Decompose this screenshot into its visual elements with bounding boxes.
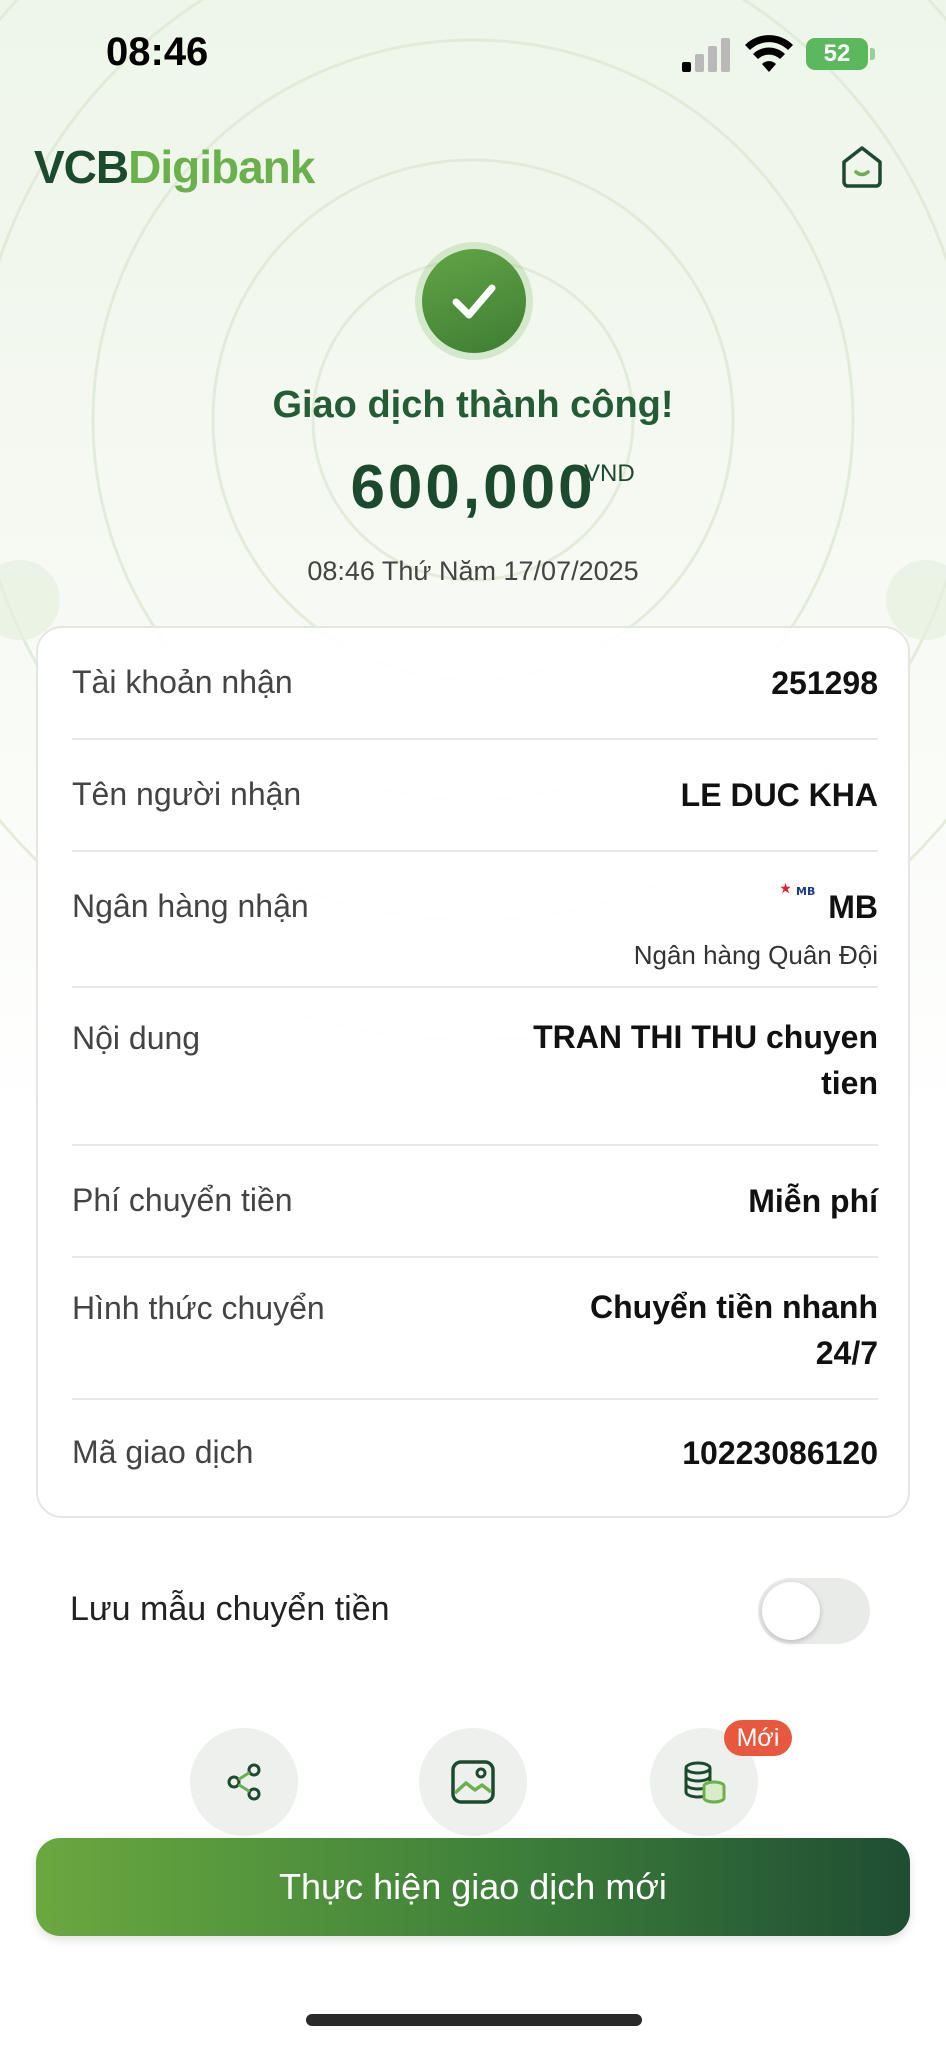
battery-level: 52 <box>823 40 851 67</box>
status-time: 08:46 <box>106 30 209 74</box>
save-template-toggle[interactable] <box>758 1578 870 1644</box>
home-icon[interactable] <box>840 144 884 188</box>
detail-value-line1: TRAN THI THU chuyen <box>533 1019 878 1055</box>
new-badge: Mới <box>724 1720 792 1756</box>
transaction-details-card: Tài khoản nhận 251298 Tên người nhận LE … <box>36 626 910 1518</box>
detail-row-method: Hình thức chuyển Chuyển tiền nhanh 24/7 <box>72 1258 878 1400</box>
image-icon <box>451 1760 495 1804</box>
coins-icon <box>684 1761 726 1804</box>
status-bar: 08:46 52 <box>0 0 946 110</box>
detail-label: Hình thức chuyển <box>72 1290 325 1326</box>
detail-value: Miễn phí <box>748 1183 878 1219</box>
currency-label: VND <box>584 460 635 487</box>
detail-row-content: Nội dung TRAN THI THU chuyen tien <box>72 988 878 1146</box>
detail-row-transaction-id: Mã giao dịch 10223086120 <box>72 1400 878 1512</box>
home-indicator <box>306 2014 642 2026</box>
battery-icon: 52 <box>806 38 868 70</box>
detail-row-account: Tài khoản nhận 251298 <box>72 628 878 740</box>
detail-label: Phí chuyển tiền <box>72 1182 293 1218</box>
detail-value: LE DUC KHA <box>680 777 878 813</box>
transaction-amount: 600,000 <box>350 453 596 522</box>
detail-label: Nội dung <box>72 1020 201 1056</box>
battery-cap <box>870 48 875 60</box>
detail-label: Ngân hàng nhận <box>72 888 309 924</box>
bank-full-name: Ngân hàng Quân Đội <box>633 940 878 970</box>
detail-value: MB <box>828 889 878 925</box>
success-title: Giao dịch thành công! <box>272 384 674 426</box>
detail-row-recipient: Tên người nhận LE DUC KHA <box>72 740 878 852</box>
cellular-signal-icon <box>682 38 730 72</box>
wifi-icon <box>745 35 793 72</box>
detail-row-bank: Ngân hàng nhận MB MB Ngân hàng Quân Đội <box>72 852 878 988</box>
detail-value: 10223086120 <box>682 1435 878 1471</box>
detail-value-line2: tien <box>821 1065 878 1101</box>
detail-value: 251298 <box>771 665 878 701</box>
save-template-label: Lưu mẫu chuyển tiền <box>70 1590 390 1628</box>
logo-digibank: Digibank <box>128 141 315 193</box>
detail-value-line2: 24/7 <box>815 1335 878 1371</box>
mb-logo-text: MB <box>796 885 815 898</box>
detail-row-fee: Phí chuyển tiền Miễn phí <box>72 1146 878 1258</box>
mb-bank-logo-icon: MB <box>780 882 815 898</box>
detail-label: Mã giao dịch <box>72 1434 254 1470</box>
detail-value-line1: Chuyển tiền nhanh <box>590 1289 878 1325</box>
vcb-digibank-logo: VCBDigibank <box>34 140 315 194</box>
detail-value: Chuyển tiền nhanh 24/7 <box>590 1284 878 1376</box>
detail-label: Tên người nhận <box>72 776 302 812</box>
detail-value: TRAN THI THU chuyen tien <box>533 1014 878 1106</box>
success-check-icon <box>422 249 526 353</box>
logo-vcb: VCB <box>34 141 129 193</box>
amount-wrapper: 600,000 <box>0 452 946 523</box>
save-image-button[interactable] <box>419 1728 527 1836</box>
new-transaction-button[interactable]: Thực hiện giao dịch mới <box>36 1838 910 1936</box>
transaction-datetime: 08:46 Thứ Năm 17/07/2025 <box>307 556 639 586</box>
toggle-knob <box>762 1582 820 1640</box>
detail-label: Tài khoản nhận <box>72 664 293 700</box>
share-icon <box>227 1763 261 1801</box>
share-button[interactable] <box>190 1728 298 1836</box>
